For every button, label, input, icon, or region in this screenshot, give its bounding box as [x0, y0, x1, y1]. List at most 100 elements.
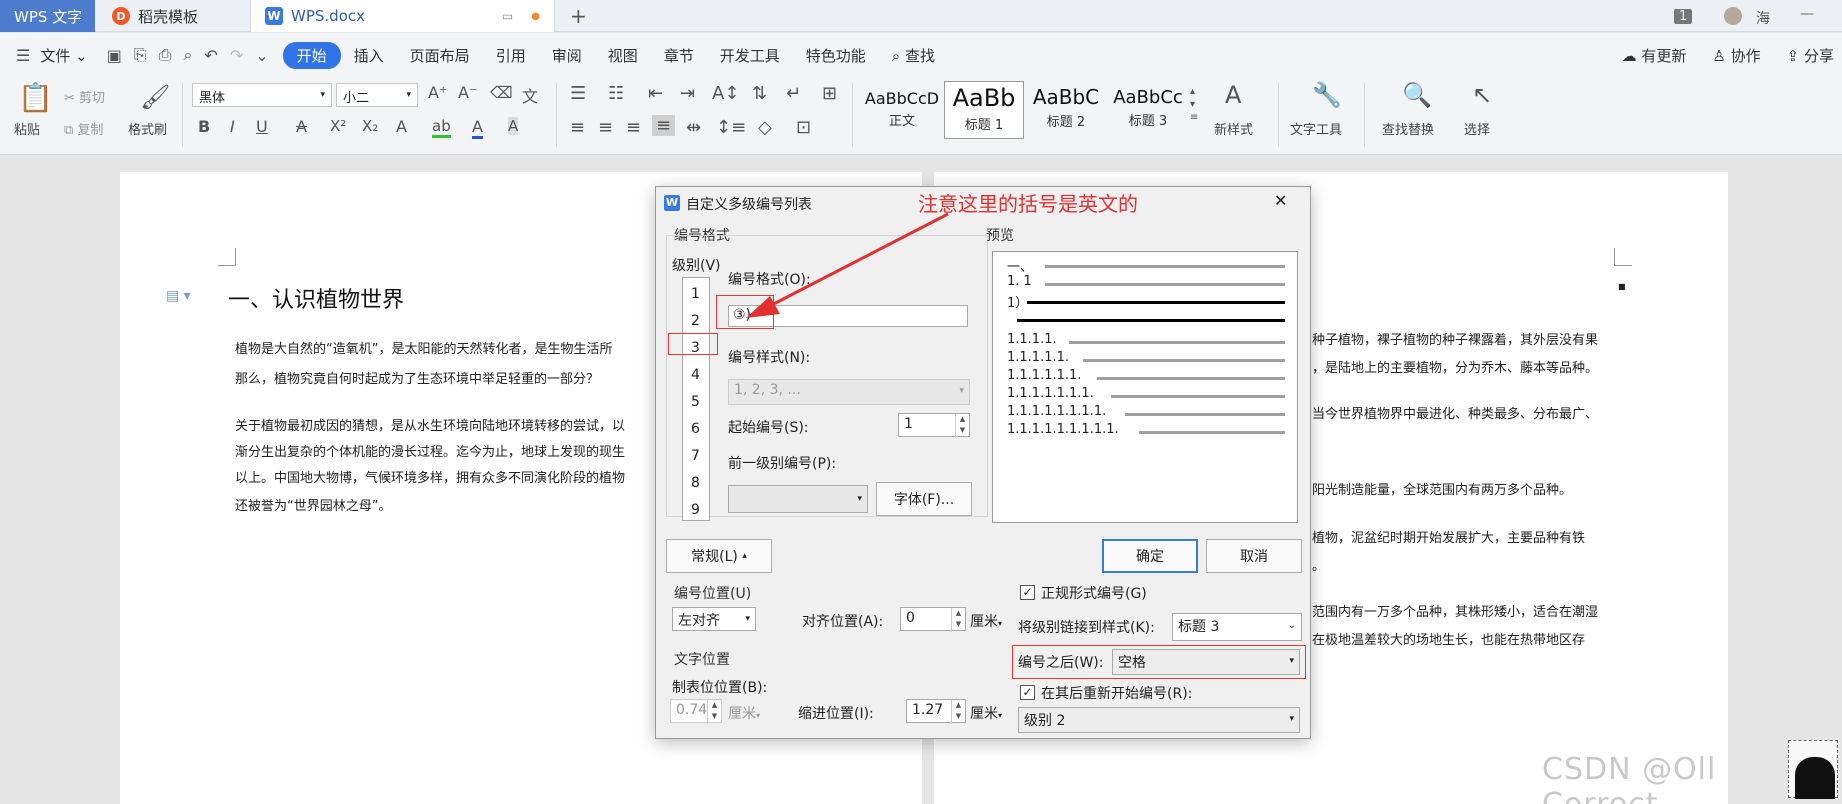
- increase-indent-icon[interactable]: ⇥: [680, 83, 695, 104]
- decrease-indent-icon[interactable]: ⇤: [648, 83, 663, 104]
- tab-template[interactable]: D 稻壳模板: [98, 0, 248, 32]
- cancel-button[interactable]: 取消: [1206, 539, 1302, 573]
- new-style-button[interactable]: 新样式: [1214, 119, 1253, 138]
- align-left-icon[interactable]: ≡: [570, 117, 585, 138]
- find-replace-icon[interactable]: 🔍: [1402, 81, 1432, 109]
- unit-label[interactable]: 厘米▾: [970, 611, 1002, 631]
- underline-icon[interactable]: U: [256, 117, 268, 136]
- justify-icon[interactable]: ≡: [652, 115, 676, 136]
- phonetic-icon[interactable]: 文: [522, 83, 538, 107]
- menu-review[interactable]: 审阅: [539, 45, 595, 66]
- text-tools-button[interactable]: 文字工具: [1290, 119, 1342, 138]
- table-icon[interactable]: ⊞: [822, 83, 837, 104]
- normal-toggle-button[interactable]: 常规(L) ▴: [666, 539, 772, 573]
- superscript-icon[interactable]: X²: [330, 117, 346, 135]
- shading-icon[interactable]: ◇: [758, 117, 772, 138]
- align-select[interactable]: 左对齐 ▾: [672, 607, 756, 631]
- align-right-icon[interactable]: ≡: [626, 117, 641, 138]
- style-heading-3[interactable]: AaBbCc 标题 3: [1108, 81, 1188, 139]
- clear-format-icon[interactable]: ⌫: [490, 83, 513, 102]
- style-select[interactable]: 1, 2, 3, ... ▾: [728, 379, 970, 405]
- menu-features[interactable]: 特色功能: [793, 45, 879, 66]
- char-shading-icon[interactable]: A: [508, 117, 519, 135]
- line-spacing-icon[interactable]: ↕≡: [716, 117, 746, 138]
- indent-input[interactable]: 1.27 ▲ ▼: [906, 699, 966, 724]
- tab-wps-app[interactable]: WPS 文字: [0, 0, 95, 32]
- paste-button[interactable]: 粘贴: [14, 119, 40, 138]
- spinner-icon[interactable]: ▲ ▼: [951, 700, 965, 724]
- grow-font-icon[interactable]: A⁺: [428, 83, 447, 102]
- select-button[interactable]: 选择: [1464, 119, 1490, 138]
- shrink-font-icon[interactable]: A⁻: [458, 83, 477, 102]
- cut-button[interactable]: ✂ 剪切: [64, 87, 105, 106]
- level-list[interactable]: 1 2 3 4 5 6 7 8 9: [682, 277, 710, 521]
- legal-checkbox[interactable]: ✓: [1020, 585, 1035, 600]
- restart-level-select[interactable]: 级别 2 ▾: [1018, 707, 1300, 733]
- sort-icon[interactable]: ⇅: [752, 83, 767, 104]
- align-position-input[interactable]: 0 ▲ ▼: [900, 607, 966, 632]
- unit-label[interactable]: 厘米▾: [728, 703, 760, 723]
- copy-button[interactable]: ⧉ 复制: [64, 119, 103, 138]
- bullet-list-icon[interactable]: ☰: [570, 83, 586, 104]
- tab-document[interactable]: W WPS.docx ▭ ●: [250, 0, 555, 32]
- borders-icon[interactable]: ⊡: [796, 117, 811, 138]
- style-heading-2[interactable]: AaBbC 标题 2: [1026, 81, 1106, 139]
- level-item-7[interactable]: 7: [691, 448, 700, 464]
- style-heading-1[interactable]: AaBb 标题 1: [944, 81, 1024, 139]
- spinner-icon[interactable]: ▲ ▼: [707, 700, 721, 724]
- after-number-select[interactable]: 空格 ▾: [1112, 649, 1300, 675]
- menu-file[interactable]: 文件 ⌄: [36, 45, 100, 66]
- outline-icon[interactable]: ▤ ▾: [166, 288, 191, 304]
- level-item-3[interactable]: 3: [691, 340, 700, 356]
- text-effect-icon[interactable]: A: [396, 117, 407, 136]
- new-tab-button[interactable]: +: [570, 0, 587, 32]
- redo-icon[interactable]: ↷: [224, 46, 249, 65]
- menu-updates[interactable]: ☁ 有更新: [1609, 45, 1700, 66]
- strikethrough-icon[interactable]: A: [296, 117, 307, 136]
- menu-home[interactable]: 开始: [282, 41, 341, 69]
- ok-button[interactable]: 确定: [1102, 539, 1198, 573]
- print-icon[interactable]: ⎙: [153, 45, 178, 65]
- window-count-badge[interactable]: 1: [1674, 9, 1693, 24]
- menu-collaborate[interactable]: ♙ 协作: [1699, 45, 1773, 66]
- level-item-6[interactable]: 6: [691, 421, 700, 437]
- wrench-icon[interactable]: 🔧: [1312, 81, 1342, 109]
- prev-level-select[interactable]: ▾: [728, 485, 868, 513]
- restart-checkbox[interactable]: ✓: [1020, 685, 1035, 700]
- italic-icon[interactable]: I: [230, 117, 235, 136]
- menu-references[interactable]: 引用: [483, 45, 539, 66]
- level-item-5[interactable]: 5: [691, 394, 700, 410]
- level-item-1[interactable]: 1: [691, 286, 700, 302]
- select-cursor-icon[interactable]: ↖: [1472, 81, 1492, 109]
- floating-widget[interactable]: [1788, 740, 1838, 799]
- font-color-icon[interactable]: A: [472, 117, 483, 139]
- menu-view[interactable]: 视图: [595, 45, 651, 66]
- format-painter-button[interactable]: 格式刷: [128, 119, 167, 138]
- unit-label[interactable]: 厘米▾: [970, 703, 1002, 723]
- format-painter-icon[interactable]: 🖌: [140, 83, 170, 111]
- menu-page-layout[interactable]: 页面布局: [397, 45, 483, 66]
- menu-search[interactable]: ⌕ 查找: [879, 45, 948, 66]
- menu-chapter[interactable]: 章节: [651, 45, 707, 66]
- bold-icon[interactable]: B: [198, 117, 210, 136]
- tab-position-input[interactable]: 0.74 ▲ ▼: [670, 699, 722, 724]
- monitor-icon[interactable]: ▭: [502, 9, 513, 23]
- line-break-icon[interactable]: ↵: [786, 83, 801, 104]
- save-icon[interactable]: ▣: [101, 46, 128, 65]
- paste-icon[interactable]: 📋: [18, 81, 53, 114]
- menu-developer[interactable]: 开发工具: [707, 45, 793, 66]
- highlight-icon[interactable]: ab: [432, 117, 451, 138]
- minimize-button[interactable]: —: [1800, 6, 1814, 22]
- text-direction-icon[interactable]: A↕: [712, 83, 739, 104]
- start-number-input[interactable]: 1 ▲ ▼: [898, 413, 970, 438]
- undo-icon[interactable]: ↶: [198, 46, 223, 65]
- level-item-4[interactable]: 4: [691, 367, 700, 383]
- close-button[interactable]: ✕: [1274, 191, 1287, 210]
- distribute-icon[interactable]: ⇹: [686, 117, 701, 138]
- find-replace-button[interactable]: 查找替换: [1382, 119, 1434, 138]
- font-name-select[interactable]: 黑体 ▾: [192, 83, 332, 107]
- level-item-8[interactable]: 8: [691, 475, 700, 491]
- link-style-select[interactable]: 标题 3 ⌄: [1172, 613, 1302, 641]
- spinner-icon[interactable]: ▲ ▼: [951, 608, 965, 632]
- style-scroll-icon[interactable]: ▴ ▾ ≡: [1190, 85, 1198, 124]
